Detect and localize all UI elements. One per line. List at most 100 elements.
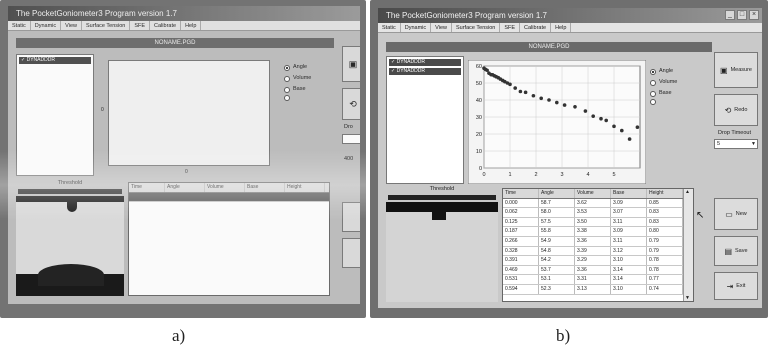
app-window-a: The PocketGoniometer3 Program version 1.… [8,6,360,304]
minimize-icon[interactable]: _ [725,10,735,20]
menu-calibrate[interactable]: Calibrate [520,23,552,32]
radio-volume[interactable]: Volume [650,77,677,88]
table-row[interactable]: 0.594 52.3 3.13 3.10 0.74 [503,284,693,295]
menu-surface-tension[interactable]: Surface Tension [452,23,501,32]
table-cell: 54.9 [539,236,575,246]
data-point [620,128,624,133]
table-cell: 3.07 [611,208,647,217]
list-item[interactable]: ✓ DYNADDDR [389,59,461,66]
menu-dynamic[interactable]: Dynamic [31,21,62,30]
radio-base[interactable]: Base [650,88,677,99]
table-cell: 3.11 [611,217,647,227]
menu-help[interactable]: Help [551,23,572,32]
y-tick-label: 40 [476,98,482,104]
radio-volume[interactable]: Volume [284,73,311,84]
radio-base[interactable]: Base [284,84,311,95]
table-cell: 3.62 [575,198,611,208]
x-tick-label: 2 [534,172,537,178]
results-table-a[interactable]: Time Angle Volume Base Height [128,182,330,296]
radio-angle[interactable]: Angle [650,66,677,77]
table-cell: 3.50 [575,217,611,227]
y-tick-label: 10 [476,149,482,155]
radio-dot-icon [650,99,656,105]
measure-button[interactable]: ▣ Measure [714,52,758,88]
threshold-slider[interactable] [18,189,122,194]
menu-static[interactable]: Static [8,21,31,30]
maximize-icon[interactable]: □ [737,10,747,20]
table-row[interactable]: 0.531 53.1 3.31 3.14 0.77 [503,275,693,285]
menu-sfe[interactable]: SFE [130,21,151,30]
drop-image-b [386,202,498,302]
table-cell: 3.10 [611,284,647,294]
measurement-list-a[interactable]: ✓ DYNADDDR [16,54,94,176]
new-button-partial[interactable] [342,202,360,232]
menu-dynamic[interactable]: Dynamic [401,23,432,32]
new-button[interactable]: ▭ New [714,198,758,230]
table-row[interactable]: 0.000 58.7 3.62 3.09 0.85 [503,198,693,209]
exit-icon: ⇥ [726,281,734,291]
redo-button-partial[interactable]: ⟲ [342,88,360,120]
plot-mode-radios-a: Angle Volume Base [284,62,311,101]
data-point [518,89,523,94]
table-cell: 54.2 [539,256,575,265]
col-angle: Angle [539,189,575,198]
threshold-slider[interactable] [388,195,496,200]
y-tick-label: 0 [101,107,104,113]
table-cell: 57.5 [539,217,575,227]
drop-timeout-field-partial[interactable] [342,134,360,144]
radio-blank[interactable] [650,99,677,105]
table-cell: 53.1 [539,275,575,284]
menu-calibrate[interactable]: Calibrate [150,21,182,30]
close-icon[interactable]: × [749,10,759,20]
table-row[interactable] [129,192,329,203]
drop-timeout-label-partial: Dro [344,124,353,130]
radio-angle[interactable]: Angle [284,62,311,73]
radio-label: Volume [659,79,678,85]
data-point [547,98,551,102]
measure-button-partial[interactable]: ▣ [342,46,360,82]
table-row[interactable]: 0.125 57.5 3.50 3.11 0.83 [503,217,693,228]
radio-label: Angle [659,68,674,74]
y-tick-label: 60 [476,64,482,70]
table-row[interactable]: 0.328 54.8 3.39 3.12 0.79 [503,246,693,257]
menu-sfe[interactable]: SFE [500,23,521,32]
save-icon: ▤ [724,246,732,256]
table-row[interactable]: 0.062 58.0 3.53 3.07 0.83 [503,208,693,218]
drop-timeout-select[interactable]: 5 ▼ [714,139,758,149]
table-cell: 0.77 [647,275,683,284]
table-row[interactable]: 0.187 55.8 3.38 3.09 0.80 [503,227,693,237]
list-item-label: DYNADDDR [396,68,425,74]
menu-view[interactable]: View [61,21,82,30]
save-button-partial[interactable] [342,238,360,268]
table-row[interactable]: 0.469 53.7 3.36 3.14 0.78 [503,265,693,276]
list-item[interactable]: ✓ DYNADDDR [19,57,91,64]
table-cell: 52.3 [539,284,575,294]
data-point [508,82,512,87]
redo-button[interactable]: ⟲ Redo [714,94,758,126]
radio-blank[interactable] [284,95,311,101]
measure-label: Measure [730,67,752,73]
exit-button[interactable]: ⇥ Exit [714,272,758,300]
table-scrollbar[interactable]: ▲ ▼ [683,189,693,301]
menu-static[interactable]: Static [378,23,401,32]
scroll-down-icon[interactable]: ▼ [685,295,690,301]
threshold-label: Threshold [429,186,455,192]
table-cell: 3.53 [575,208,611,217]
data-point [539,96,543,101]
menu-help[interactable]: Help [181,21,202,30]
radio-dot-icon [650,68,656,75]
save-button[interactable]: ▤ Save [714,236,758,266]
menu-view[interactable]: View [431,23,452,32]
results-table-b[interactable]: Time Angle Volume Base Height 0.000 58.7 3… [502,188,694,302]
table-row[interactable]: 0.266 54.9 3.36 3.11 0.79 [503,236,693,247]
scroll-up-icon[interactable]: ▲ [685,189,690,195]
menu-surface-tension[interactable]: Surface Tension [82,21,131,30]
radio-dot-icon [284,75,290,82]
measurement-list-b[interactable]: ✓ DYNADDDR ✓ DYNADDDR [386,56,464,184]
drop-timeout-label: Drop Timeout [718,130,752,136]
table-cell: 0.062 [503,208,539,217]
mouse-cursor-icon: ↖ [696,210,705,221]
data-point [627,137,632,141]
list-item[interactable]: ✓ DYNADDDR [389,68,461,75]
table-row[interactable]: 0.391 54.2 3.29 3.10 0.78 [503,256,693,266]
